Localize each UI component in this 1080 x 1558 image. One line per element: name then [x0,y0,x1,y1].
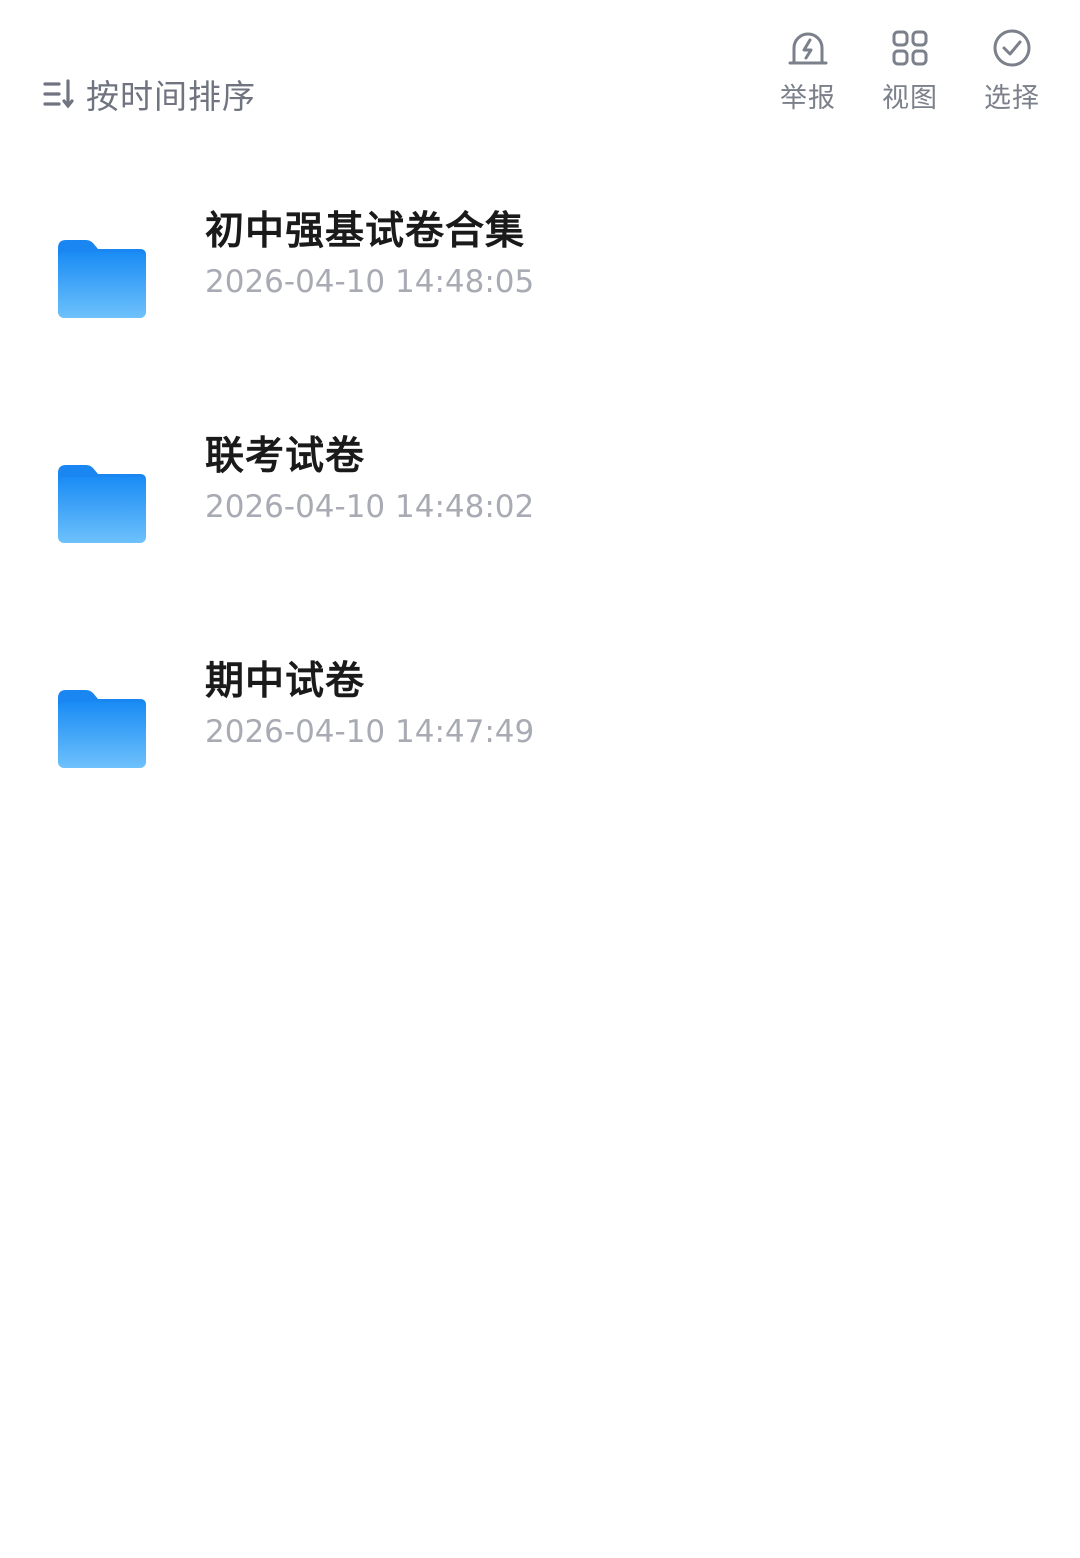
report-label: 举报 [780,83,836,114]
file-list: 初中强基试卷合集 2026-04-10 14:48:05 联考试卷 2026-0… [0,180,1080,855]
view-button[interactable]: 视图 [860,26,960,115]
folder-name: 初中强基试卷合集 [205,209,526,254]
sort-icon [43,79,74,109]
folder-icon [58,690,146,768]
folder-timestamp: 2026-04-10 14:47:49 [205,714,535,750]
folder-icon [58,240,146,318]
folder-item[interactable]: 期中试卷 2026-04-10 14:47:49 [0,630,1080,855]
report-icon [788,32,828,65]
folder-timestamp: 2026-04-10 14:48:05 [205,264,535,300]
folder-item[interactable]: 联考试卷 2026-04-10 14:48:02 [0,405,1080,630]
sort-label: 按时间排序 [86,77,256,116]
folder-name: 联考试卷 [205,434,366,479]
sort-by-time-button[interactable]: 按时间排序 [42,70,256,118]
report-button[interactable]: 举报 [758,26,858,115]
folder-timestamp: 2026-04-10 14:48:02 [205,489,535,525]
select-button[interactable]: 选择 [962,26,1062,115]
select-label: 选择 [984,83,1040,114]
grid-view-icon [892,30,928,66]
folder-name: 期中试卷 [205,659,366,704]
view-label: 视图 [882,83,938,114]
folder-item[interactable]: 初中强基试卷合集 2026-04-10 14:48:05 [0,180,1080,405]
check-circle-icon [993,29,1031,67]
folder-icon [58,465,146,543]
